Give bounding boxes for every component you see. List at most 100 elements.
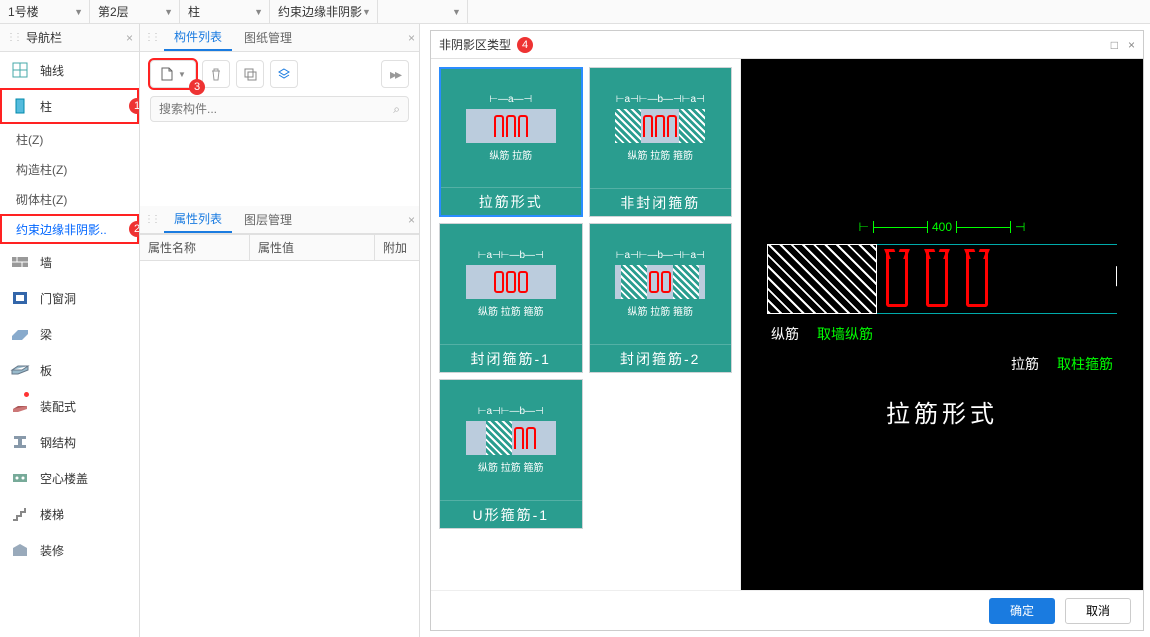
card-title: 非封闭箍筋 <box>590 188 732 216</box>
chevron-down-icon: ▼ <box>178 70 186 79</box>
nav-subitem[interactable]: 柱(Z) <box>0 124 139 154</box>
nav-item-grid[interactable]: 轴线 <box>0 52 139 88</box>
stair-icon <box>10 504 30 524</box>
mid-column: ⋮⋮ 构件列表 图纸管理 × ▼ 3 ▸▸ ⌕ ⋮⋮ 属性列表 图层管理 × <box>140 24 420 637</box>
badge-1: 1 <box>129 98 139 114</box>
nav-item-label: 构造柱(Z) <box>16 161 67 178</box>
trash-icon <box>209 67 223 81</box>
nav-item-label: 楼梯 <box>40 506 64 523</box>
preview-labels-1: 纵筋 取墙纵筋 <box>771 324 873 344</box>
tabs-close-icon[interactable]: × <box>408 213 415 227</box>
delete-button[interactable] <box>202 60 230 88</box>
maximize-icon[interactable]: □ <box>1111 38 1118 52</box>
hatch-rect <box>767 244 877 314</box>
column-icon <box>10 96 30 116</box>
nav-subitem[interactable]: 约束边缘非阴影..2 <box>0 214 139 244</box>
card-title: U形箍筋-1 <box>440 500 582 528</box>
nav-item-stair[interactable]: 楼梯 <box>0 496 139 532</box>
nav-item-label: 轴线 <box>40 62 64 79</box>
search-icon[interactable]: ⌕ <box>393 102 400 117</box>
chevron-down-icon: ▼ <box>452 7 461 17</box>
layer-button[interactable] <box>270 60 298 88</box>
breadcrumb-item[interactable]: 1号楼▼ <box>0 0 90 23</box>
card-diagram: ⊢a⊣⊢—b—⊣ 纵筋 拉筋 箍筋 <box>440 224 582 344</box>
preview-labels-2: 拉筋 取柱箍筋 <box>1011 354 1113 374</box>
chevron-down-icon: ▼ <box>362 7 371 17</box>
preview-pane: ⊢400⊣ 纵筋 取墙纵筋 拉筋 取柱 <box>741 59 1143 590</box>
dim-line: ⊢400⊣ <box>859 220 1026 234</box>
grip-icon[interactable]: ⋮⋮ <box>6 32 20 43</box>
wall-icon <box>10 252 30 272</box>
tab-drawing-mgmt[interactable]: 图纸管理 <box>234 24 302 51</box>
type-grid: ⊢—a—⊣ 纵筋 拉筋 拉筋形式 ⊢a⊣⊢—b—⊣⊢a⊣ 纵筋 拉筋 箍筋 非封… <box>431 59 741 590</box>
nav-item-steel[interactable]: 钢结构 <box>0 424 139 460</box>
nav-item-slab[interactable]: 板 <box>0 352 139 388</box>
nav-item-column[interactable]: 柱1 <box>0 88 139 124</box>
component-tabs: ⋮⋮ 构件列表 图纸管理 × <box>140 24 419 52</box>
nav-item-beam[interactable]: 梁 <box>0 316 139 352</box>
card-title: 拉筋形式 <box>441 187 581 215</box>
modal-title: 非阴影区类型 <box>439 36 511 53</box>
nav-item-label: 墙 <box>40 254 52 271</box>
component-list-body <box>140 128 419 206</box>
breadcrumb: 1号楼▼第2层▼柱▼约束边缘非阴影▼▼ <box>0 0 1150 24</box>
new-button[interactable]: ▼ 3 <box>150 60 196 88</box>
breadcrumb-item[interactable]: 第2层▼ <box>90 0 180 23</box>
card-diagram: ⊢a⊣⊢—b—⊣ 纵筋 拉筋 箍筋 <box>440 380 582 500</box>
card-diagram: ⊢a⊣⊢—b—⊣⊢a⊣ 纵筋 拉筋 箍筋 <box>590 224 732 344</box>
breadcrumb-item[interactable]: 柱▼ <box>180 0 270 23</box>
chevron-down-icon: ▼ <box>74 7 83 17</box>
nav-item-finish[interactable]: 装修 <box>0 532 139 568</box>
chevron-down-icon: ▼ <box>254 7 263 17</box>
card-diagram: ⊢—a—⊣ 纵筋 拉筋 <box>441 69 581 187</box>
hollow-icon <box>10 468 30 488</box>
slab-icon <box>10 360 30 380</box>
tab-layer-mgmt[interactable]: 图层管理 <box>234 206 302 233</box>
type-card[interactable]: ⊢a⊣⊢—b—⊣ 纵筋 拉筋 箍筋 U形箍筋-1 <box>439 379 583 529</box>
more-icon: ▸▸ <box>390 66 400 83</box>
grip-icon[interactable]: ⋮⋮ <box>144 214 162 225</box>
nav-item-precast[interactable]: 装配式 <box>0 388 139 424</box>
grip-icon[interactable]: ⋮⋮ <box>144 32 162 43</box>
cancel-button[interactable]: 取消 <box>1065 598 1131 624</box>
nav-item-wall[interactable]: 墙 <box>0 244 139 280</box>
nav-item-label: 砌体柱(Z) <box>16 191 67 208</box>
modal-foot: 确定 取消 <box>431 590 1143 630</box>
nav-list: 轴线柱1柱(Z) 构造柱(Z) 砌体柱(Z) 约束边缘非阴影..2 墙门窗洞梁板装配式钢… <box>0 52 139 568</box>
nav-item-label: 约束边缘非阴影.. <box>16 221 107 238</box>
breadcrumb-item[interactable]: 约束边缘非阴影▼ <box>270 0 378 23</box>
ok-button[interactable]: 确定 <box>989 598 1055 624</box>
component-toolbar: ▼ 3 ▸▸ <box>140 52 419 96</box>
badge-3: 3 <box>189 79 205 95</box>
breadcrumb-item[interactable]: ▼ <box>378 0 468 23</box>
nav-item-label: 装配式 <box>40 398 76 415</box>
type-card[interactable]: ⊢a⊣⊢—b—⊣⊢a⊣ 纵筋 拉筋 箍筋 非封闭箍筋 <box>589 67 733 217</box>
tab-component-list[interactable]: 构件列表 <box>164 24 232 51</box>
nav-item-label: 板 <box>40 362 52 379</box>
grid-icon <box>10 60 30 80</box>
type-card[interactable]: ⊢a⊣⊢—b—⊣ 纵筋 拉筋 箍筋 封闭箍筋-1 <box>439 223 583 373</box>
close-icon[interactable]: × <box>1128 38 1135 52</box>
nav-subitem[interactable]: 构造柱(Z) <box>0 154 139 184</box>
nav-item-label: 装修 <box>40 542 64 559</box>
nav-item-label: 梁 <box>40 326 52 343</box>
property-table-head: 属性名称 属性值 附加 <box>140 235 419 261</box>
more-button[interactable]: ▸▸ <box>381 60 409 88</box>
file-icon <box>160 67 174 81</box>
right-area: 非阴影区类型 4 □ × ⊢—a—⊣ 纵筋 拉筋 拉筋形式 ⊢a⊣⊢—b—⊣⊢a… <box>420 24 1150 637</box>
property-table: 属性名称 属性值 附加 <box>140 234 419 261</box>
tab-property-list[interactable]: 属性列表 <box>164 206 232 233</box>
copy-button[interactable] <box>236 60 264 88</box>
search-box[interactable]: ⌕ <box>150 96 409 122</box>
nav-subitem[interactable]: 砌体柱(Z) <box>0 184 139 214</box>
nav-item-hollow[interactable]: 空心楼盖 <box>0 460 139 496</box>
tabs-close-icon[interactable]: × <box>408 31 415 45</box>
type-card[interactable]: ⊢—a—⊣ 纵筋 拉筋 拉筋形式 <box>439 67 583 217</box>
search-input[interactable] <box>159 102 393 116</box>
nav-item-label: 空心楼盖 <box>40 470 88 487</box>
type-card[interactable]: ⊢a⊣⊢—b—⊣⊢a⊣ 纵筋 拉筋 箍筋 封闭箍筋-2 <box>589 223 733 373</box>
nav-item-opening[interactable]: 门窗洞 <box>0 280 139 316</box>
nav-close-icon[interactable]: × <box>126 31 133 45</box>
badge-4: 4 <box>517 37 533 53</box>
steel-icon <box>10 432 30 452</box>
